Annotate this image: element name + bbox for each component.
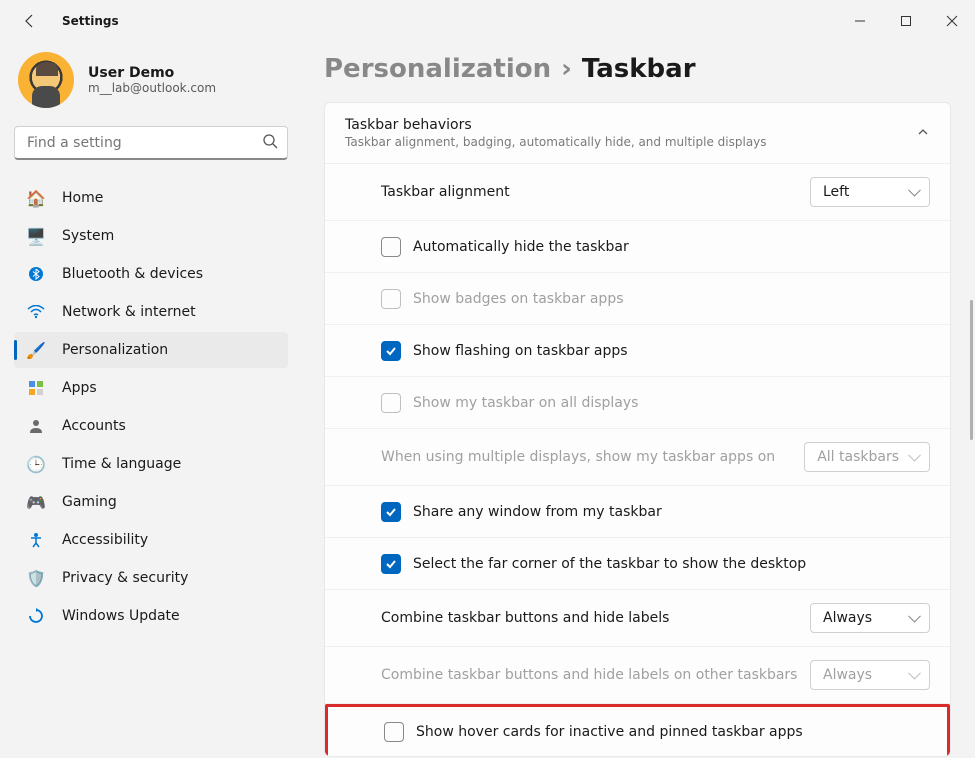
breadcrumb-parent[interactable]: Personalization <box>324 54 551 84</box>
hover-cards-label: Show hover cards for inactive and pinned… <box>416 724 927 740</box>
sidebar-item-update[interactable]: Windows Update <box>14 598 288 634</box>
sidebar-item-label: Gaming <box>62 494 117 510</box>
sidebar-item-label: Privacy & security <box>62 570 188 586</box>
combine-other-select: Always <box>810 660 930 690</box>
wifi-icon <box>26 302 46 322</box>
badges-label: Show badges on taskbar apps <box>413 291 930 307</box>
alignment-label: Taskbar alignment <box>381 184 798 200</box>
row-share-window: Share any window from my taskbar <box>325 486 950 538</box>
accounts-icon <box>26 416 46 436</box>
apps-icon <box>26 378 46 398</box>
sidebar-item-accounts[interactable]: Accounts <box>14 408 288 444</box>
accessibility-icon <box>26 530 46 550</box>
shield-icon: 🛡️ <box>26 568 46 588</box>
titlebar: Settings <box>0 0 975 42</box>
multi-displays-label: When using multiple displays, show my ta… <box>381 449 792 465</box>
row-multi-displays: When using multiple displays, show my ta… <box>325 429 950 486</box>
personalization-icon: 🖌️ <box>26 340 46 360</box>
far-corner-checkbox[interactable] <box>381 554 401 574</box>
user-email: m__lab@outlook.com <box>88 81 216 95</box>
clock-icon: 🕒 <box>26 454 46 474</box>
taskbar-behaviors-card: Taskbar behaviors Taskbar alignment, bad… <box>324 102 951 757</box>
hover-cards-checkbox[interactable] <box>384 722 404 742</box>
sidebar-item-personalization[interactable]: 🖌️ Personalization <box>14 332 288 368</box>
share-window-checkbox[interactable] <box>381 502 401 522</box>
all-displays-label: Show my taskbar on all displays <box>413 395 930 411</box>
sidebar-item-gaming[interactable]: 🎮 Gaming <box>14 484 288 520</box>
user-name: User Demo <box>88 65 216 81</box>
update-icon <box>26 606 46 626</box>
user-block[interactable]: User Demo m__lab@outlook.com <box>14 48 288 126</box>
sidebar-item-time[interactable]: 🕒 Time & language <box>14 446 288 482</box>
row-combine-other: Combine taskbar buttons and hide labels … <box>325 647 950 704</box>
row-hover-cards: Show hover cards for inactive and pinned… <box>325 704 950 756</box>
share-window-label: Share any window from my taskbar <box>413 504 930 520</box>
search-container <box>14 126 288 160</box>
flashing-checkbox[interactable] <box>381 341 401 361</box>
sidebar-item-label: Windows Update <box>62 608 180 624</box>
row-alignment: Taskbar alignment Left <box>325 164 950 221</box>
all-displays-checkbox <box>381 393 401 413</box>
multi-displays-select: All taskbars <box>804 442 930 472</box>
sidebar-item-label: Accessibility <box>62 532 148 548</box>
sidebar-item-label: Apps <box>62 380 97 396</box>
breadcrumb: Personalization › Taskbar <box>324 54 951 84</box>
row-auto-hide: Automatically hide the taskbar <box>325 221 950 273</box>
search-icon <box>262 133 278 153</box>
sidebar-item-accessibility[interactable]: Accessibility <box>14 522 288 558</box>
badges-checkbox <box>381 289 401 309</box>
row-badges: Show badges on taskbar apps <box>325 273 950 325</box>
sidebar-item-label: Personalization <box>62 342 168 358</box>
sidebar-item-label: Accounts <box>62 418 126 434</box>
avatar <box>18 52 74 108</box>
scrollbar[interactable] <box>970 300 973 440</box>
card-subtitle: Taskbar alignment, badging, automaticall… <box>345 135 916 149</box>
chevron-right-icon: › <box>561 54 572 84</box>
sidebar-item-label: System <box>62 228 114 244</box>
sidebar-item-label: Bluetooth & devices <box>62 266 203 282</box>
flashing-label: Show flashing on taskbar apps <box>413 343 930 359</box>
combine-other-label: Combine taskbar buttons and hide labels … <box>381 667 798 683</box>
home-icon: 🏠 <box>26 188 46 208</box>
sidebar-item-label: Home <box>62 190 103 206</box>
sidebar-item-label: Network & internet <box>62 304 196 320</box>
card-title: Taskbar behaviors <box>345 117 916 133</box>
sidebar-item-home[interactable]: 🏠 Home <box>14 180 288 216</box>
back-button[interactable] <box>16 7 44 35</box>
far-corner-label: Select the far corner of the taskbar to … <box>413 556 930 572</box>
sidebar-item-system[interactable]: 🖥️ System <box>14 218 288 254</box>
close-button[interactable] <box>929 0 975 42</box>
auto-hide-label: Automatically hide the taskbar <box>413 239 930 255</box>
sidebar-item-network[interactable]: Network & internet <box>14 294 288 330</box>
row-flashing: Show flashing on taskbar apps <box>325 325 950 377</box>
card-header[interactable]: Taskbar behaviors Taskbar alignment, bad… <box>325 103 950 164</box>
chevron-up-icon[interactable] <box>916 124 930 143</box>
window-title: Settings <box>62 14 119 28</box>
gaming-icon: 🎮 <box>26 492 46 512</box>
sidebar-item-label: Time & language <box>62 456 181 472</box>
sidebar-item-bluetooth[interactable]: Bluetooth & devices <box>14 256 288 292</box>
combine-select[interactable]: Always <box>810 603 930 633</box>
auto-hide-checkbox[interactable] <box>381 237 401 257</box>
row-all-displays: Show my taskbar on all displays <box>325 377 950 429</box>
search-input[interactable] <box>14 126 288 160</box>
row-far-corner: Select the far corner of the taskbar to … <box>325 538 950 590</box>
row-combine: Combine taskbar buttons and hide labels … <box>325 590 950 647</box>
sidebar-item-privacy[interactable]: 🛡️ Privacy & security <box>14 560 288 596</box>
combine-label: Combine taskbar buttons and hide labels <box>381 610 798 626</box>
minimize-button[interactable] <box>837 0 883 42</box>
alignment-select[interactable]: Left <box>810 177 930 207</box>
page-title: Taskbar <box>582 54 696 84</box>
bluetooth-icon <box>26 264 46 284</box>
maximize-button[interactable] <box>883 0 929 42</box>
sidebar-item-apps[interactable]: Apps <box>14 370 288 406</box>
system-icon: 🖥️ <box>26 226 46 246</box>
